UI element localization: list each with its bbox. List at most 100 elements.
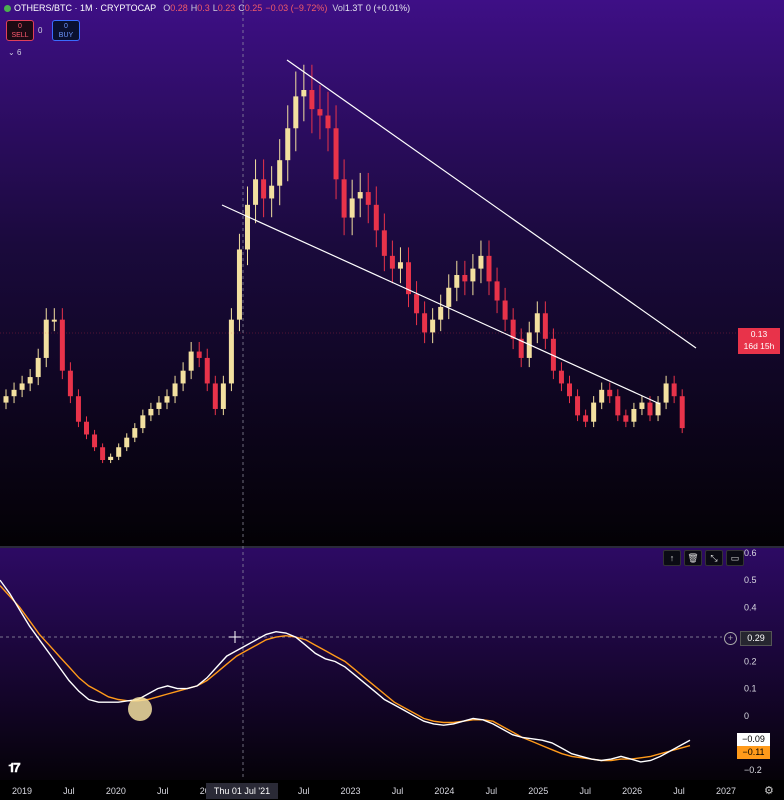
- volume-value: 1.3T: [344, 3, 363, 13]
- candle-bear[interactable]: [414, 294, 420, 314]
- fast-line-value-tag: −0.09: [737, 733, 770, 746]
- candle-bear[interactable]: [567, 383, 572, 397]
- candle-bear[interactable]: [373, 204, 379, 231]
- candle-bull[interactable]: [108, 456, 114, 460]
- candle-bear[interactable]: [558, 370, 564, 384]
- candle-bull[interactable]: [277, 160, 283, 186]
- candle-bull[interactable]: [285, 128, 291, 161]
- candle-bear[interactable]: [212, 383, 218, 409]
- candle-bull[interactable]: [116, 447, 122, 457]
- candle-bull[interactable]: [357, 192, 363, 199]
- candle-bear[interactable]: [623, 415, 629, 422]
- collapse-pane-icon[interactable]: ⤡: [705, 550, 723, 566]
- buy-button[interactable]: 0 BUY: [52, 20, 80, 41]
- candle-bull[interactable]: [148, 408, 154, 416]
- candle-bull[interactable]: [132, 428, 138, 438]
- settings-gear-icon[interactable]: ⚙: [764, 784, 774, 797]
- candle-bull[interactable]: [534, 313, 540, 333]
- candle-bull[interactable]: [228, 319, 234, 384]
- candle-bull[interactable]: [430, 319, 436, 333]
- candle-bull[interactable]: [236, 249, 242, 320]
- candle-bear[interactable]: [261, 179, 267, 199]
- candle-bull[interactable]: [35, 357, 41, 378]
- candle-bear[interactable]: [59, 319, 65, 371]
- crosshair-value-tag: 0.29: [740, 631, 772, 646]
- candle-bear[interactable]: [575, 396, 581, 416]
- candle-bull[interactable]: [3, 396, 9, 403]
- candle-bull[interactable]: [11, 389, 17, 397]
- time-axis-label: 2020: [106, 786, 126, 796]
- candle-bear[interactable]: [75, 396, 81, 422]
- candle-bull[interactable]: [599, 389, 605, 403]
- maximize-pane-icon[interactable]: ▭: [726, 550, 744, 566]
- candle-bear[interactable]: [325, 115, 331, 129]
- candle-bull[interactable]: [180, 370, 186, 384]
- candle-bull[interactable]: [438, 306, 444, 320]
- candle-bull[interactable]: [301, 90, 307, 97]
- candle-bull[interactable]: [164, 396, 170, 403]
- candle-bear[interactable]: [84, 421, 89, 435]
- candle-bear[interactable]: [671, 383, 677, 397]
- candle-bull[interactable]: [478, 255, 484, 269]
- candle-bear[interactable]: [365, 192, 371, 205]
- candle-bull[interactable]: [591, 402, 597, 422]
- candle-bear[interactable]: [615, 396, 621, 416]
- candle-bear[interactable]: [333, 128, 339, 180]
- candle-bull[interactable]: [631, 408, 637, 422]
- candle-bear[interactable]: [317, 109, 323, 116]
- symbol-title[interactable]: OTHERS/BTC · 1M · CRYPTOCAP: [14, 3, 156, 13]
- candle-bull[interactable]: [639, 402, 645, 409]
- candle-bull[interactable]: [188, 351, 194, 371]
- candle-bear[interactable]: [67, 370, 73, 397]
- candle-bull[interactable]: [293, 96, 299, 129]
- move-pane-up-icon[interactable]: ↑: [663, 550, 681, 566]
- candle-bear[interactable]: [502, 300, 508, 320]
- candle-bear[interactable]: [389, 255, 395, 269]
- time-axis-label: 2019: [12, 786, 32, 796]
- candle-bull[interactable]: [663, 383, 669, 403]
- delete-pane-icon[interactable]: 🗑: [684, 550, 702, 566]
- candle-bull[interactable]: [397, 262, 403, 269]
- sell-button[interactable]: 0 SELL: [6, 20, 34, 41]
- candle-bear[interactable]: [679, 396, 685, 429]
- candle-bull[interactable]: [172, 383, 178, 397]
- candle-bull[interactable]: [19, 383, 25, 390]
- candle-bull[interactable]: [454, 275, 460, 288]
- oscillator-tick-label: −0.2: [744, 765, 762, 775]
- candle-bull[interactable]: [43, 319, 49, 358]
- candle-bear[interactable]: [647, 402, 653, 416]
- candle-bull[interactable]: [51, 319, 57, 322]
- candle-bull[interactable]: [253, 179, 259, 205]
- candle-bull[interactable]: [140, 415, 146, 429]
- candle-bear[interactable]: [92, 434, 98, 448]
- candle-bull[interactable]: [470, 268, 476, 282]
- candle-bull[interactable]: [349, 198, 355, 218]
- candle-bull[interactable]: [245, 204, 250, 250]
- candle-bear[interactable]: [196, 351, 202, 358]
- candle-bull[interactable]: [269, 185, 275, 199]
- add-plus-icon[interactable]: +: [724, 632, 737, 645]
- candle-bull[interactable]: [156, 402, 162, 409]
- candle-bear[interactable]: [486, 255, 492, 282]
- candle-bear[interactable]: [583, 415, 589, 422]
- indicators-toggle[interactable]: ⌄ 6: [8, 48, 21, 57]
- candle-bear[interactable]: [309, 90, 315, 110]
- candle-bear[interactable]: [494, 281, 500, 301]
- time-axis-label: 2023: [341, 786, 361, 796]
- candle-bull[interactable]: [27, 377, 33, 384]
- candle-bull[interactable]: [124, 437, 130, 448]
- candle-bull[interactable]: [446, 287, 452, 307]
- oscillator-pane-bg: [0, 548, 784, 780]
- candle-bear[interactable]: [341, 179, 347, 218]
- candle-bear[interactable]: [462, 275, 468, 282]
- candle-bull[interactable]: [220, 383, 226, 409]
- candle-bear[interactable]: [100, 447, 106, 460]
- slow-line-value-tag: −0.11: [737, 746, 770, 759]
- candle-bear[interactable]: [204, 357, 210, 384]
- chart-canvas[interactable]: 0.60.50.40.30.20.10−0.1−0.2 2019Jul2020J…: [0, 0, 784, 800]
- candle-bull[interactable]: [655, 402, 661, 416]
- candle-bear[interactable]: [422, 313, 428, 333]
- candle-bear[interactable]: [381, 230, 387, 256]
- candle-bear[interactable]: [607, 389, 613, 397]
- candle-bear[interactable]: [542, 313, 548, 339]
